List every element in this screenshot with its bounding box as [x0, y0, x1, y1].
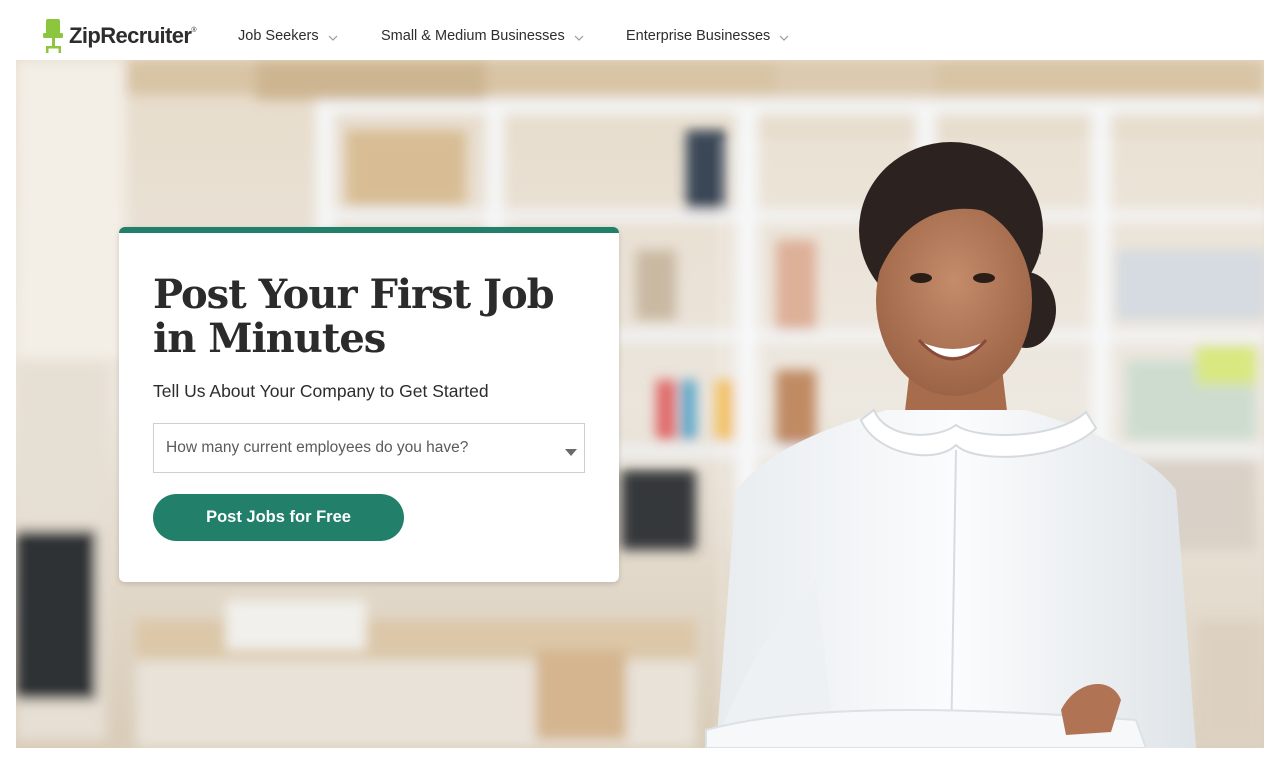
nav-enterprise-businesses[interactable]: Enterprise Businesses — [626, 26, 789, 46]
signup-card: Post Your First Job in Minutes Tell Us A… — [119, 227, 619, 582]
card-subtitle: Tell Us About Your Company to Get Starte… — [153, 381, 489, 401]
chevron-down-icon — [328, 31, 338, 41]
nav-label: Enterprise Businesses — [626, 28, 771, 44]
post-jobs-button[interactable]: Post Jobs for Free — [153, 494, 404, 541]
brand-name: ZipRecruiter® — [69, 23, 197, 48]
chevron-down-icon — [779, 31, 789, 41]
chevron-down-icon — [574, 31, 584, 41]
nav-label: Job Seekers — [238, 28, 319, 44]
nav-label: Small & Medium Businesses — [381, 28, 565, 44]
caret-down-icon — [565, 444, 577, 462]
brand-logo[interactable]: ZipRecruiter® — [43, 18, 197, 54]
select-placeholder: How many current employees do you have? — [166, 439, 469, 456]
top-header: ZipRecruiter® Job Seekers Small & Medium… — [0, 0, 1276, 60]
employee-count-select[interactable]: How many current employees do you have? — [153, 423, 585, 473]
nav-job-seekers[interactable]: Job Seekers — [238, 26, 338, 46]
card-title: Post Your First Job in Minutes — [153, 271, 555, 362]
chair-icon — [43, 19, 65, 53]
nav-small-medium-businesses[interactable]: Small & Medium Businesses — [381, 26, 584, 46]
